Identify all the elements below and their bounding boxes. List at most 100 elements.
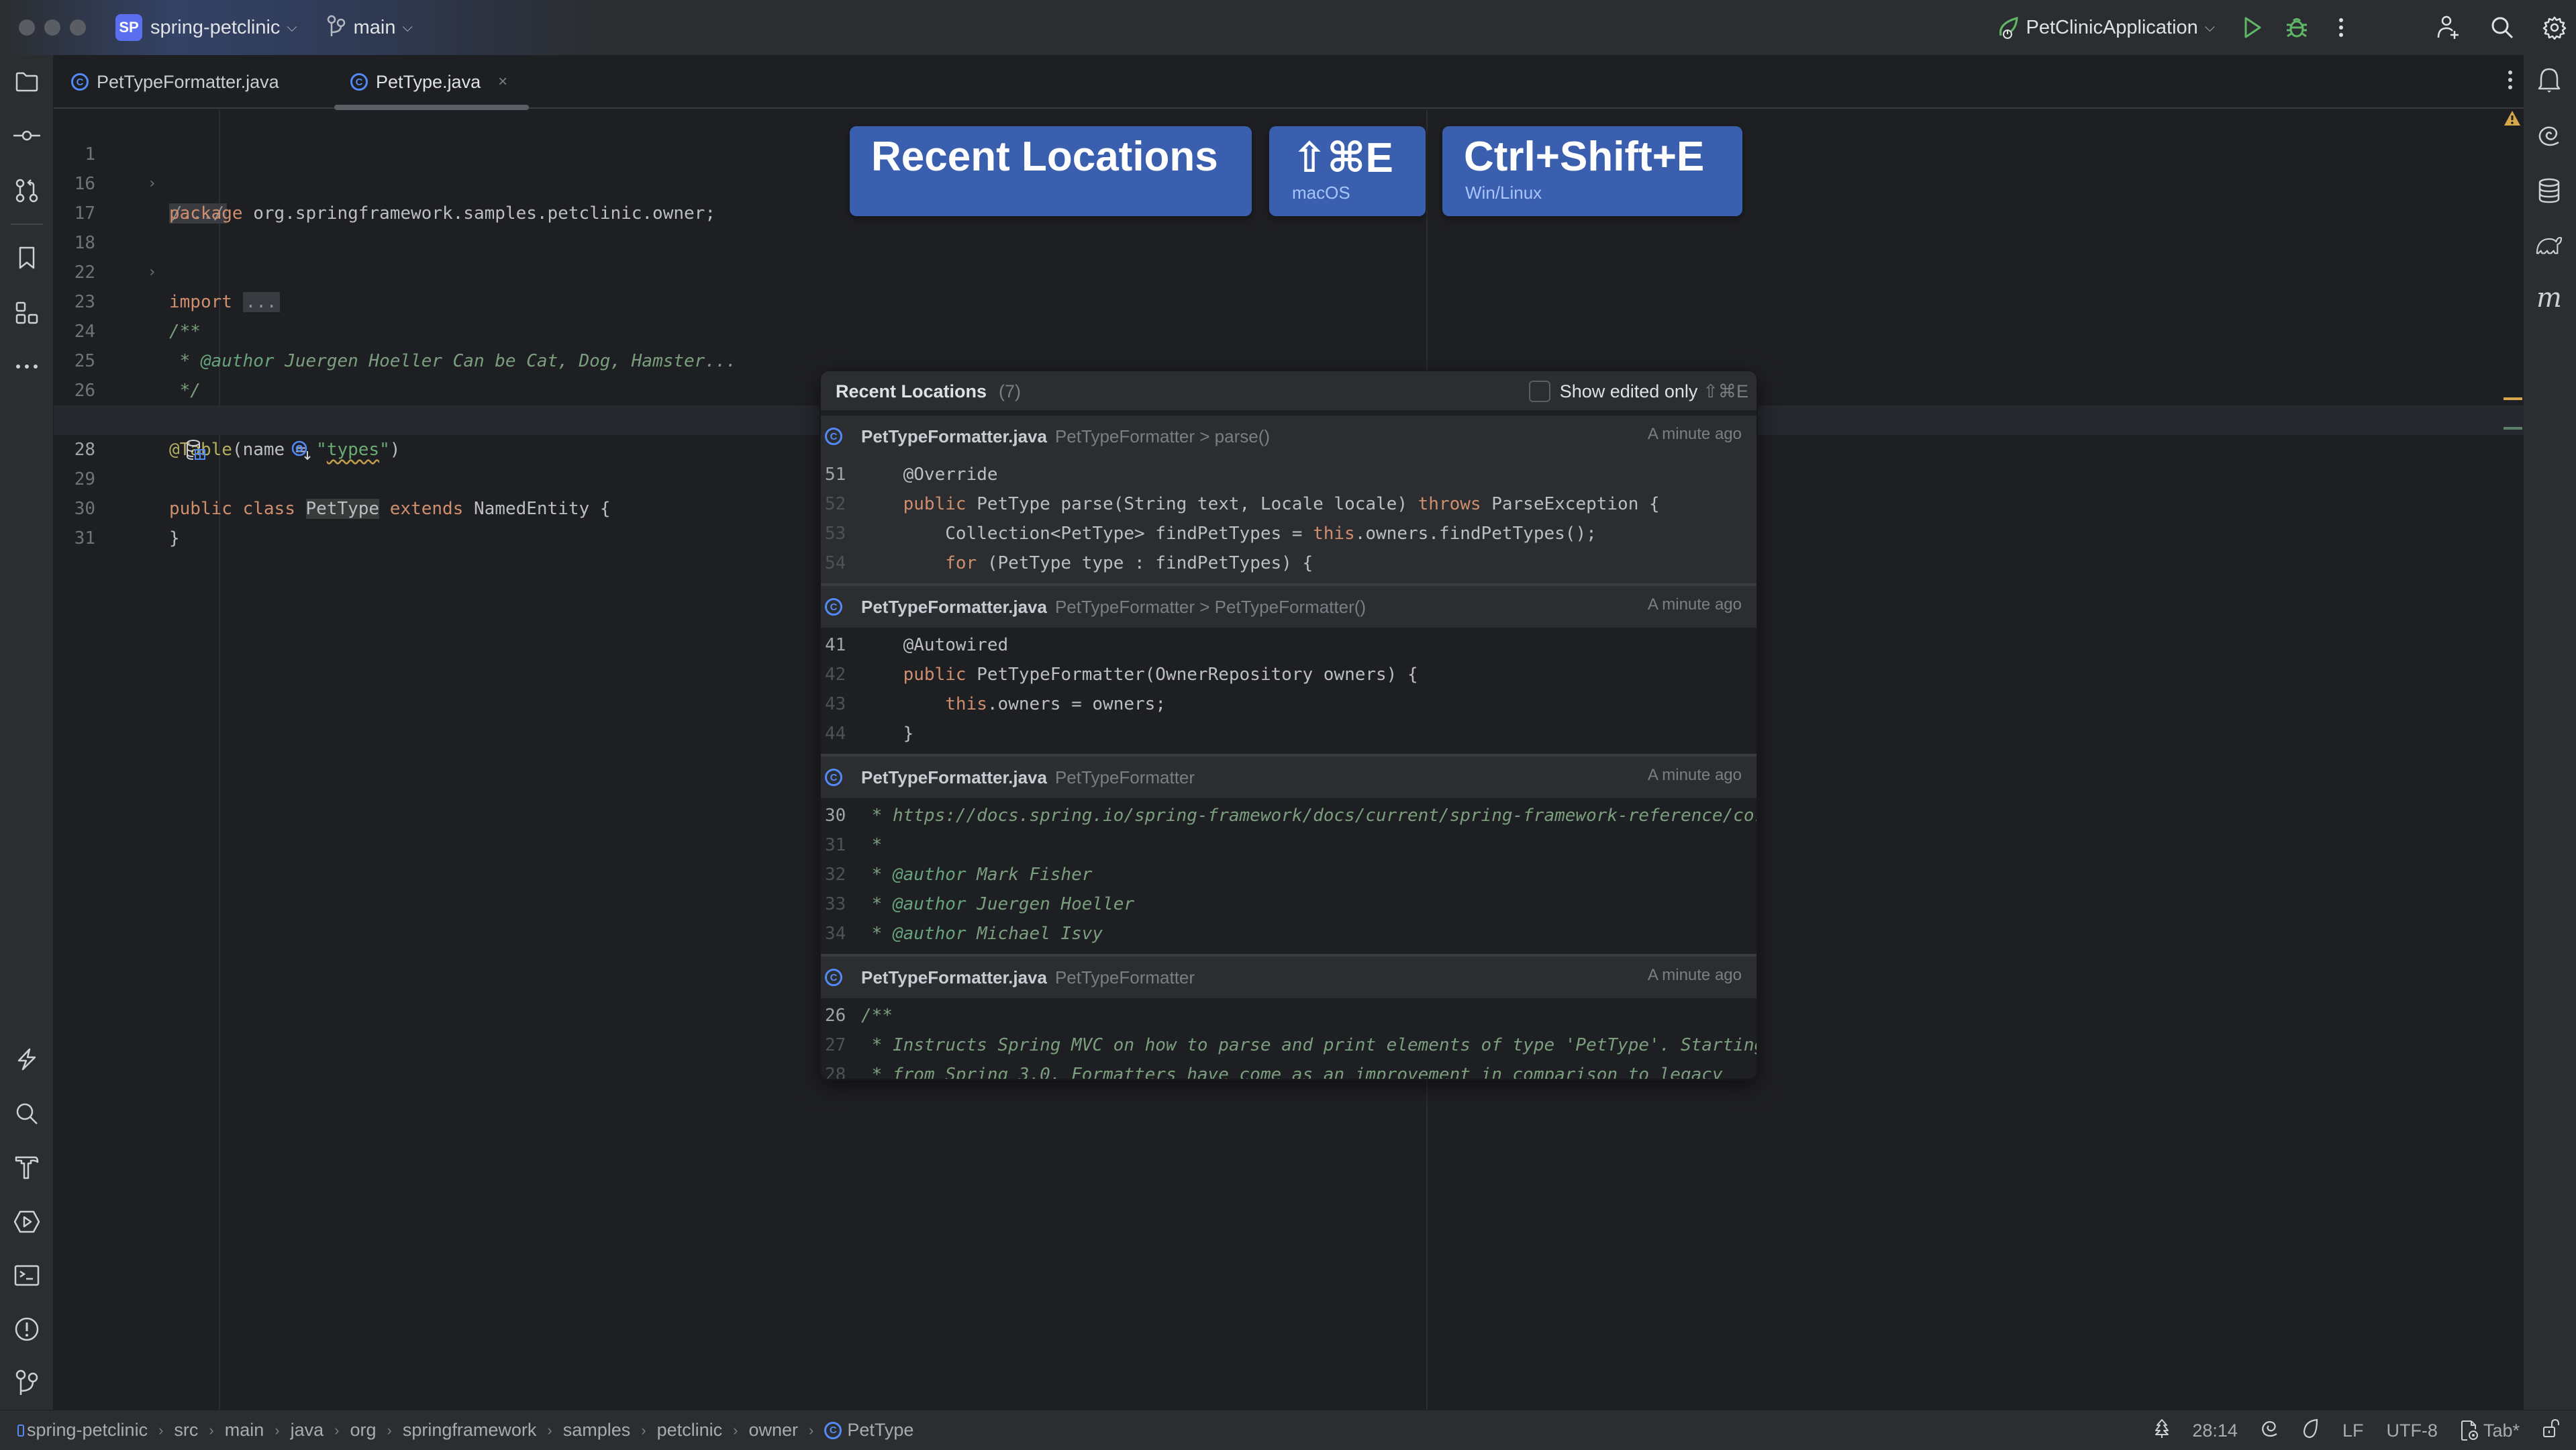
indent-widget[interactable]: Tab* bbox=[2461, 1420, 2520, 1441]
breadcrumb-item[interactable]: petclinic bbox=[657, 1420, 723, 1441]
show-edited-only-toggle[interactable]: Show edited only ⇧⌘E bbox=[1528, 371, 1748, 412]
structure-icon[interactable] bbox=[13, 299, 40, 326]
git-icon[interactable] bbox=[13, 1369, 40, 1396]
tab-pettype[interactable]: C PetType.java × bbox=[334, 55, 530, 110]
recent-location-header[interactable]: C PetTypeFormatter.java PetTypeFormatter A … bbox=[821, 957, 1756, 998]
terminal-icon[interactable] bbox=[13, 1262, 40, 1289]
recent-location-item[interactable]: C PetTypeFormatter.java PetTypeFormatter A … bbox=[821, 757, 1756, 957]
tab-label: PetTypeFormatter.java bbox=[97, 71, 279, 92]
preview-code-line: 53 Collection<PetType> findPetTypes = th… bbox=[821, 519, 1756, 548]
maximize-window-button[interactable] bbox=[70, 19, 86, 36]
file-encoding[interactable]: UTF-8 bbox=[2386, 1420, 2438, 1441]
commit-icon[interactable] bbox=[13, 122, 40, 149]
preview-code-line: 28 * from Spring 3.0, Formatters have co… bbox=[821, 1060, 1756, 1079]
more-tool-windows-icon[interactable] bbox=[13, 353, 40, 380]
preview-line-number: 34 bbox=[825, 924, 846, 944]
gradle-elephant-icon[interactable] bbox=[2536, 231, 2563, 258]
location-timestamp: A minute ago bbox=[1647, 766, 1742, 784]
cursor-position[interactable]: 28:14 bbox=[2192, 1420, 2238, 1441]
close-tab-icon[interactable]: × bbox=[498, 72, 507, 91]
recent-location-item[interactable]: C PetTypeFormatter.java PetTypeFormatter >… bbox=[821, 586, 1756, 757]
search-icon[interactable] bbox=[2487, 13, 2517, 42]
recent-location-item[interactable]: C PetTypeFormatter.java PetTypeFormatter >… bbox=[821, 416, 1756, 586]
tab-options-icon[interactable] bbox=[2508, 70, 2513, 93]
build-hammer-icon[interactable] bbox=[13, 1154, 40, 1181]
preview-code-text: * https://docs.spring.io/spring-framewor… bbox=[861, 806, 1756, 826]
run-services-icon[interactable] bbox=[13, 1208, 40, 1235]
line-number: 31 bbox=[74, 528, 95, 548]
java-class-icon: C bbox=[824, 1421, 842, 1439]
java-class-icon: C bbox=[825, 769, 842, 786]
preview-code-line: 44 } bbox=[821, 719, 1756, 748]
location-code-preview: 30 * https://docs.spring.io/spring-frame… bbox=[821, 798, 1756, 954]
services-lightning-icon[interactable] bbox=[13, 1046, 40, 1073]
find-search-icon[interactable] bbox=[13, 1100, 40, 1127]
warning-marker[interactable] bbox=[2504, 397, 2522, 400]
recent-locations-popup[interactable]: Recent Locations (7) Show edited only ⇧⌘… bbox=[820, 370, 1758, 1080]
preview-line-number: 33 bbox=[825, 894, 846, 914]
checkbox-label[interactable]: Show edited only bbox=[1560, 381, 1698, 402]
preview-line-number: 41 bbox=[825, 635, 846, 655]
show-edited-only-checkbox[interactable] bbox=[1528, 381, 1550, 402]
breadcrumb-item[interactable]: java bbox=[291, 1420, 324, 1441]
chevron-down-icon[interactable]: ⌵ bbox=[402, 20, 412, 36]
maven-m-icon[interactable]: m bbox=[2536, 283, 2563, 313]
notifications-bell-icon[interactable] bbox=[2536, 67, 2563, 94]
problems-icon[interactable] bbox=[13, 1316, 40, 1343]
preview-code-text: } bbox=[861, 724, 914, 744]
breadcrumb-item[interactable]: owner bbox=[748, 1420, 798, 1441]
recent-location-item[interactable]: C PetTypeFormatter.java PetTypeFormatter A … bbox=[821, 957, 1756, 1079]
win-label: Win/Linux bbox=[1465, 183, 1542, 203]
ai-assistant-spiral-icon[interactable] bbox=[2536, 122, 2563, 149]
bookmarks-icon[interactable] bbox=[13, 244, 40, 271]
breadcrumb-item[interactable]: org bbox=[350, 1420, 376, 1441]
preview-code-text: * @author Michael Isvy bbox=[861, 924, 1103, 944]
chevron-down-icon[interactable]: ⌵ bbox=[2205, 20, 2215, 36]
add-user-icon[interactable] bbox=[2434, 13, 2463, 42]
project-name[interactable]: spring-petclinic bbox=[150, 17, 280, 39]
preview-code-line: 33 * @author Juergen Hoeller bbox=[821, 889, 1756, 919]
chevron-down-icon[interactable]: ⌵ bbox=[287, 20, 297, 36]
branch-name[interactable]: main bbox=[354, 17, 396, 39]
location-code-preview: 51 @Override 52 public PetType parse(Stri… bbox=[821, 457, 1756, 583]
location-file-name: PetTypeFormatter.java bbox=[861, 596, 1047, 617]
ai-spiral-icon[interactable] bbox=[2261, 1419, 2279, 1443]
power-save-leaf-icon[interactable] bbox=[2302, 1418, 2320, 1443]
run-configuration[interactable]: PetClinicApplication bbox=[2026, 17, 2198, 39]
line-separator[interactable]: LF bbox=[2342, 1420, 2364, 1441]
breadcrumb-item[interactable]: src bbox=[174, 1420, 198, 1441]
breadcrumb-item[interactable]: main bbox=[225, 1420, 264, 1441]
tree-icon[interactable] bbox=[2154, 1418, 2169, 1443]
spring-boot-icon bbox=[1994, 13, 2024, 42]
change-marker[interactable] bbox=[2504, 427, 2522, 430]
git-branch-icon[interactable] bbox=[327, 15, 346, 41]
popup-header: Recent Locations (7) Show edited only ⇧⌘… bbox=[821, 371, 1756, 412]
project-folder-icon[interactable] bbox=[13, 68, 40, 95]
breadcrumb-item[interactable]: spring-petclinic bbox=[27, 1420, 148, 1441]
recent-location-header[interactable]: C PetTypeFormatter.java PetTypeFormatter >… bbox=[821, 586, 1756, 628]
run-icon[interactable] bbox=[2238, 13, 2267, 42]
warning-icon[interactable] bbox=[2504, 110, 2521, 129]
recent-location-header[interactable]: C PetTypeFormatter.java PetTypeFormatter >… bbox=[821, 416, 1756, 457]
close-window-button[interactable] bbox=[19, 19, 35, 36]
breadcrumb-item[interactable]: PetType bbox=[847, 1420, 913, 1441]
mac-shortcut: ⇧⌘E bbox=[1292, 135, 1393, 181]
minimize-window-button[interactable] bbox=[44, 19, 60, 36]
title-bar: SP spring-petclinic ⌵ main ⌵ PetClinicAp… bbox=[0, 0, 2576, 55]
recent-locations-list[interactable]: C PetTypeFormatter.java PetTypeFormatter >… bbox=[821, 416, 1756, 1079]
settings-gear-icon[interactable] bbox=[2540, 13, 2569, 42]
pull-requests-icon[interactable] bbox=[13, 177, 40, 204]
banner-title: Recent Locations bbox=[871, 134, 1218, 180]
breadcrumb-item[interactable]: springframework bbox=[403, 1420, 537, 1441]
more-actions-icon[interactable] bbox=[2326, 13, 2356, 42]
read-only-lock-icon[interactable] bbox=[2542, 1418, 2560, 1443]
preview-code-text: /** bbox=[861, 1006, 893, 1026]
tab-pettypeformatter[interactable]: C PetTypeFormatter.java bbox=[71, 55, 279, 109]
database-icon[interactable] bbox=[2536, 177, 2563, 204]
project-avatar[interactable]: SP bbox=[115, 14, 142, 41]
breadcrumb-item[interactable]: samples bbox=[563, 1420, 631, 1441]
preview-line-number: 31 bbox=[825, 835, 846, 855]
debug-icon[interactable] bbox=[2282, 13, 2312, 42]
recent-location-header[interactable]: C PetTypeFormatter.java PetTypeFormatter A … bbox=[821, 757, 1756, 798]
preview-code-line: 51 @Override bbox=[821, 460, 1756, 489]
